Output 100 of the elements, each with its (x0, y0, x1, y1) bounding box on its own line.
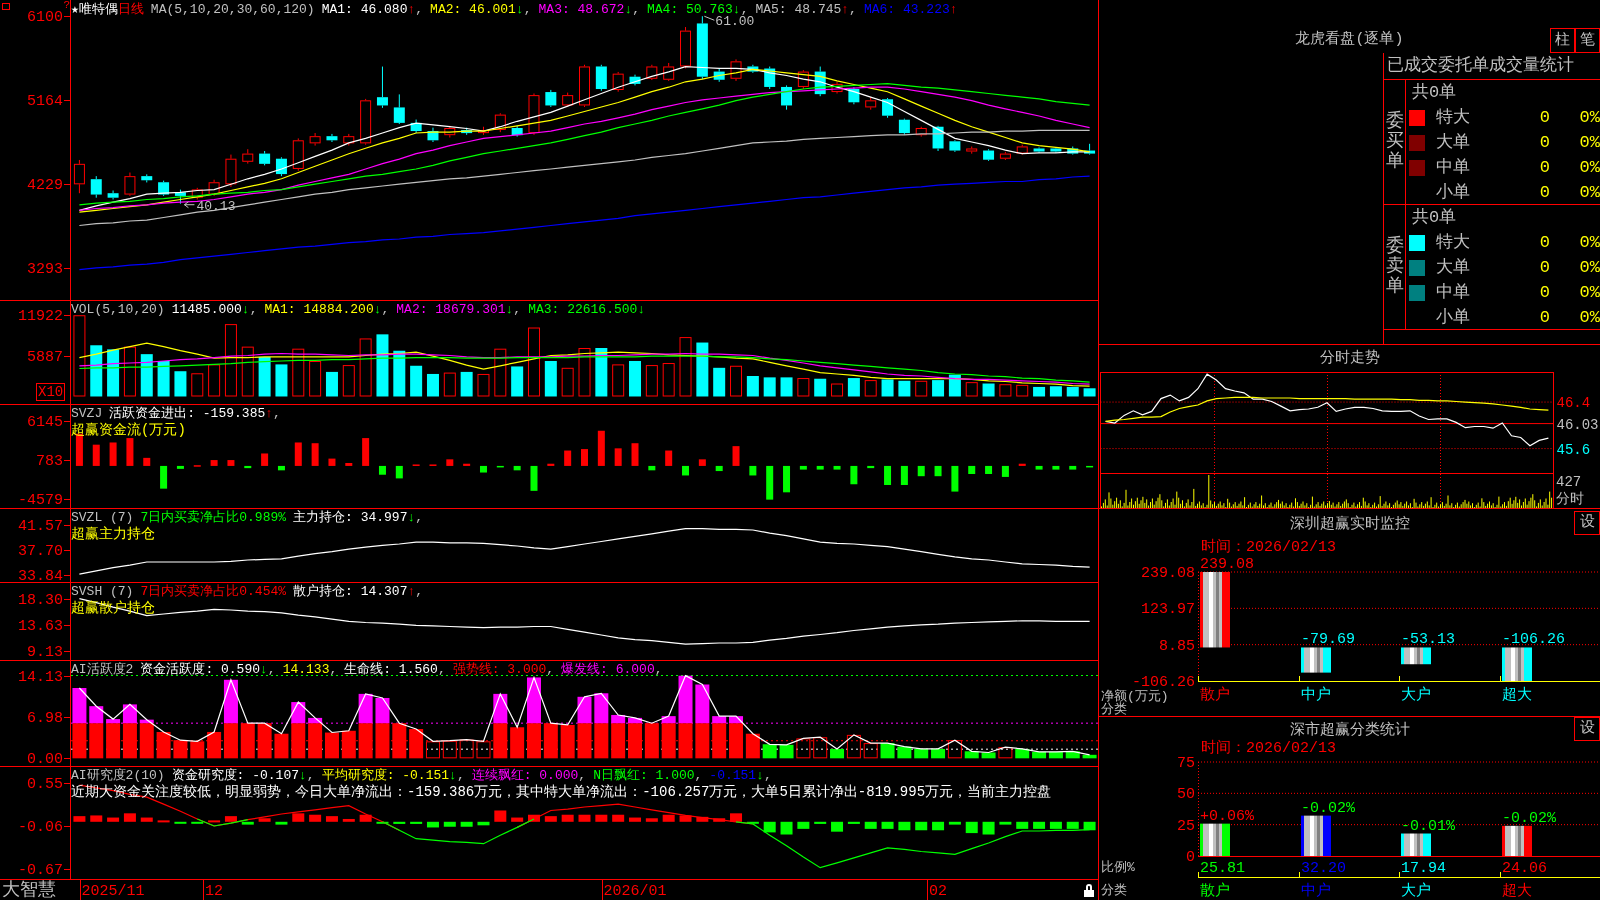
order-count: 0 (1538, 182, 1550, 203)
legend-text: -0.151↓, (709, 768, 772, 784)
legend-text: MA1: 14884.200↓, (264, 302, 390, 318)
order-total: 共0单 (1411, 207, 1458, 229)
order-percent: 0% (1578, 232, 1600, 253)
order-percent: 0% (1578, 282, 1600, 303)
legend-text: 7日内买卖净占比0.989% (140, 510, 287, 526)
value-label: 24.06 (1502, 860, 1547, 877)
axis-label: 0.55 (27, 775, 63, 793)
order-count: 0 (1538, 257, 1550, 278)
legend-text: MA4: 50.763↓, (647, 2, 749, 17)
order-count: 0 (1538, 282, 1550, 303)
value-label: -53.13 (1401, 631, 1455, 649)
axis-label: 50 (1177, 786, 1195, 804)
side-label: 委卖单 (1385, 237, 1404, 297)
legend-text: 资金研究度: -0.107↓, (171, 768, 315, 784)
value-label: -106.26 (1502, 631, 1565, 649)
axis-label: 46.03 (1556, 416, 1599, 433)
axis-label: 18.30 (18, 591, 63, 609)
date-label: 12 (205, 883, 224, 900)
legend-text: 散户持仓: 14.307↑, (293, 584, 424, 600)
indicator-name: AI活跃度2 (71, 662, 134, 678)
timestamp-text: 时间：2026/02/13 (1200, 741, 1337, 757)
order-percent: 0% (1578, 132, 1600, 153)
axis-label: 6100 (27, 9, 63, 27)
order-size-label: 大单 (1435, 132, 1471, 153)
order-count: 0 (1538, 232, 1550, 253)
axis-label: 41.57 (18, 518, 63, 536)
order-percent: 0% (1578, 182, 1600, 203)
indicator-title: 超赢资金流(万元) (71, 422, 186, 438)
table-title: 已成交委托单成交量统计 (1384, 53, 1600, 80)
category-label: 中户 (1301, 883, 1331, 900)
axis-label: 37.70 (18, 542, 63, 560)
axis-label: 13.63 (18, 618, 63, 636)
legend-text: 14.133, (282, 662, 338, 678)
legend-text: 主力持仓: 34.997↓, (293, 510, 424, 526)
axis-label: 11922 (18, 308, 63, 326)
indicator-name: SVSH (7) (71, 584, 134, 600)
date-label: 2025/11 (81, 883, 145, 900)
category-label: 超大 (1502, 883, 1532, 900)
change-label: -0.02% (1502, 809, 1556, 827)
order-size-label: 特大 (1435, 232, 1471, 253)
date-label: 2026/01 (603, 883, 667, 900)
order-count: 0 (1538, 107, 1550, 128)
order-size-label: 特大 (1435, 107, 1471, 128)
indicator-name: SVZL (7) (71, 510, 134, 526)
order-percent: 0% (1578, 257, 1600, 278)
legend-text: MA1: 46.080↑, (321, 2, 424, 18)
legend-text: 生命线: 1.560, (344, 662, 446, 678)
axis-label: 6.98 (27, 710, 63, 728)
order-size-label: 大单 (1435, 257, 1471, 278)
legend-text: MA2: 46.001↓, (430, 2, 532, 18)
side-label: 委买单 (1385, 112, 1404, 172)
volume-axis-label: 分时 (1556, 491, 1585, 508)
panel-title: 龙虎看盘(逐单) (1295, 31, 1404, 50)
panel-title: 深市超赢分类统计 (1289, 720, 1410, 741)
stock-name: 唯特偶 (78, 2, 118, 18)
axis-label: 4229 (27, 177, 63, 195)
axis-label: -0.67 (18, 862, 63, 880)
axis-title: 分类 (1101, 702, 1127, 716)
order-size-label: 中单 (1435, 282, 1471, 303)
legend-text: 爆发线: 6.000, (561, 662, 663, 678)
indicator-title: 超赢主力持仓 (71, 526, 155, 542)
legend-text: MA5: 48.745↑, (755, 2, 857, 18)
price-annotation: 40.13 (196, 198, 236, 214)
indicator-name: VOL(5,10,20) (71, 302, 165, 318)
value-label: -79.69 (1301, 631, 1355, 649)
value-label: 239.08 (1200, 557, 1254, 573)
axis-label: 5164 (27, 93, 63, 111)
value-label: 25.81 (1200, 860, 1245, 877)
order-size-label: 小单 (1435, 307, 1471, 328)
legend-text: 平均研究度: -0.151↓, (321, 768, 465, 784)
axis-label: 239.08 (1141, 565, 1195, 582)
legend-text: 7日内买卖净占比0.454% (140, 584, 287, 600)
order-percent: 0% (1578, 107, 1600, 128)
legend-text: MA6: 43.223↑ (863, 2, 958, 18)
legend-text: 资金活跃度: 0.590↓, (140, 662, 276, 678)
order-size-label: 小单 (1435, 182, 1471, 203)
legend-text: MA3: 48.672↓, (538, 2, 640, 18)
axis-label: 9.13 (27, 643, 63, 660)
indicator-name: SVZJ (71, 406, 103, 422)
axis-label: -0.06 (18, 819, 63, 837)
axis-label: -106.26 (1132, 674, 1195, 691)
axis-title: 比例% (1101, 860, 1135, 875)
legend-text: 活跃资金进出: -159.385↑, (109, 406, 281, 422)
axis-label: 75 (1177, 757, 1195, 772)
volume-max-label: 427 (1556, 474, 1583, 491)
category-label: 中户 (1301, 687, 1331, 704)
axis-label: 45.6 (1556, 441, 1591, 458)
legend-text: 11485.000↓, (171, 302, 258, 318)
axis-label: 123.97 (1141, 601, 1195, 619)
value-label: 17.94 (1401, 860, 1446, 877)
date-label: 02 (929, 883, 948, 900)
order-percent: 0% (1578, 307, 1600, 328)
category-label: 超大 (1502, 687, 1532, 704)
brand-label: 大智慧 (2, 881, 56, 900)
period-label: 日线 (117, 2, 144, 18)
order-percent: 0% (1578, 157, 1600, 178)
star-symbol: ★ (71, 2, 79, 18)
order-count: 0 (1538, 157, 1550, 178)
